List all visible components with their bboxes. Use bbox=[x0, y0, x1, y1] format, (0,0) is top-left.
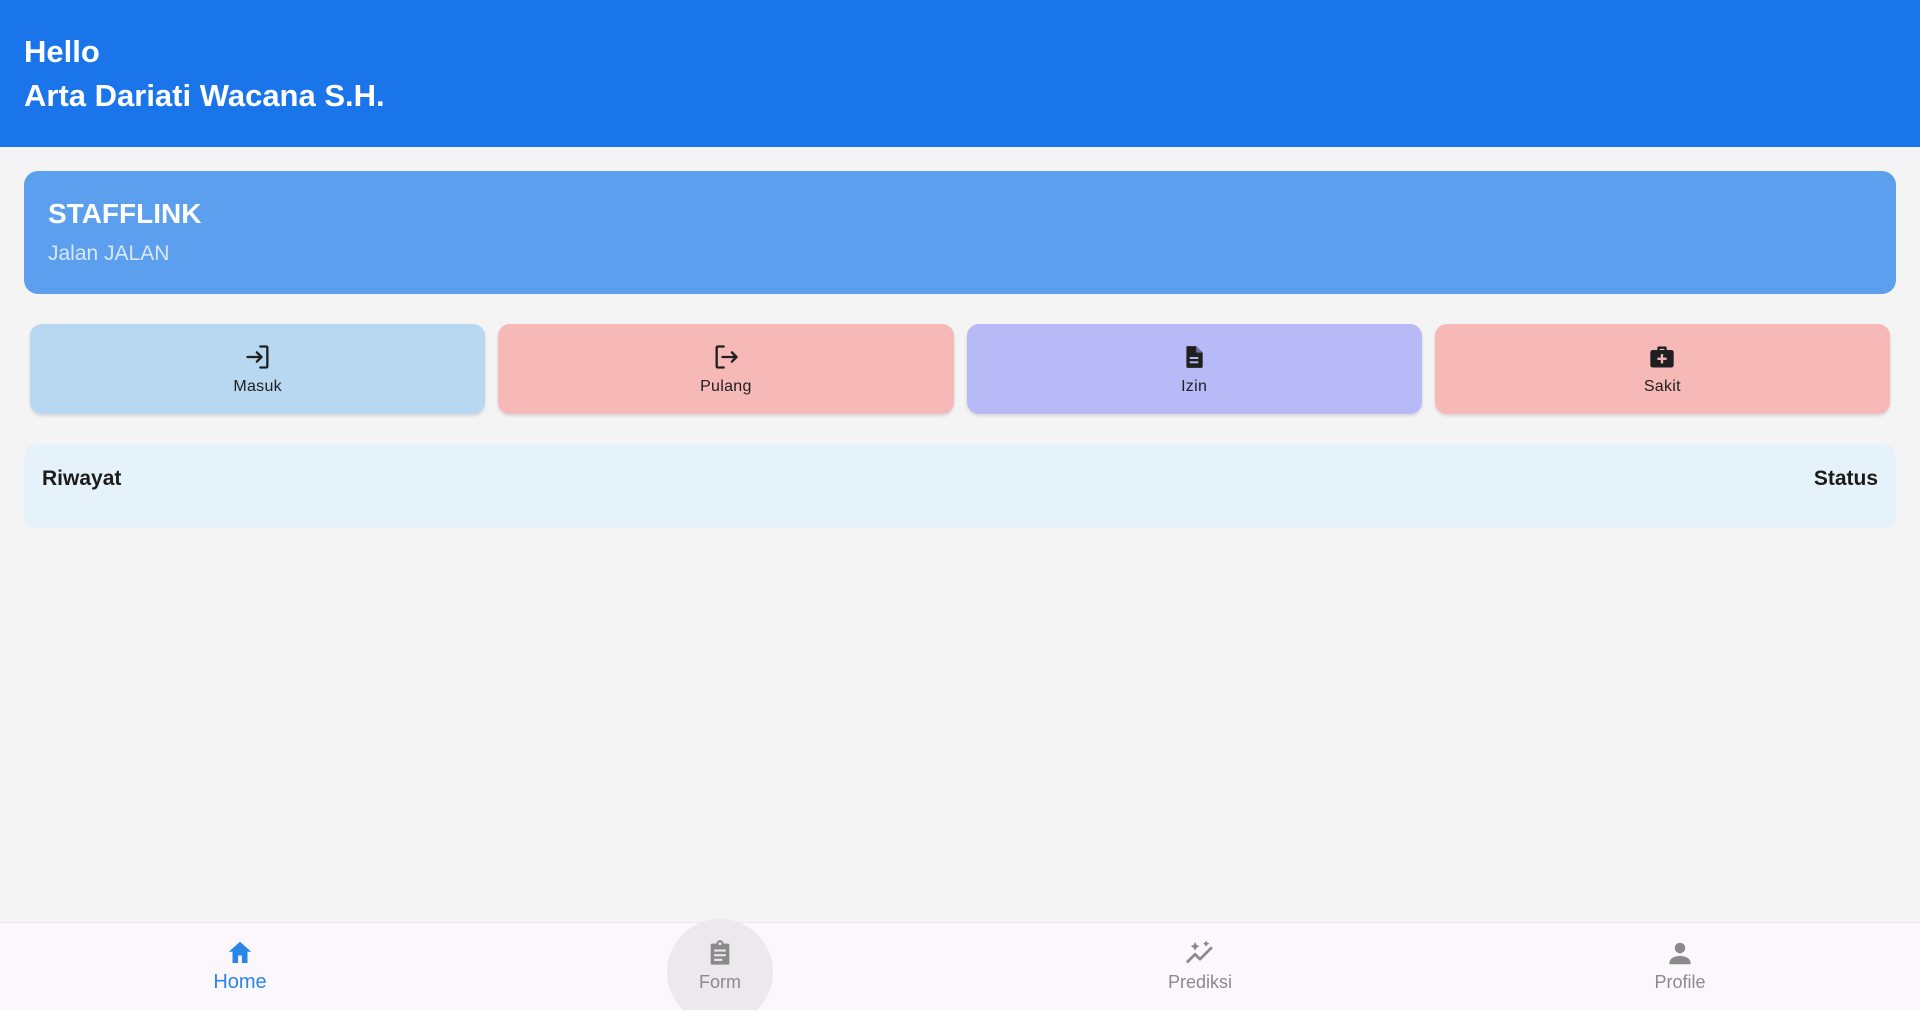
masuk-label: Masuk bbox=[233, 378, 282, 395]
user-name: Arta Dariati Wacana S.H. bbox=[24, 78, 385, 113]
clipboard-icon bbox=[704, 937, 736, 969]
nav-label-profile: Profile bbox=[1654, 972, 1706, 992]
document-icon bbox=[1179, 342, 1209, 372]
logout-icon bbox=[711, 342, 741, 372]
nav-item-home[interactable]: Home bbox=[0, 923, 480, 1010]
masuk-button[interactable]: Masuk bbox=[30, 324, 486, 414]
pulang-label: Pulang bbox=[700, 378, 752, 395]
attendance-actions: Masuk Pulang Izin Sakit bbox=[30, 324, 1890, 414]
nav-item-form[interactable]: Form bbox=[480, 919, 960, 1010]
medical-bag-icon bbox=[1647, 342, 1677, 372]
history-panel: Riwayat Status bbox=[24, 444, 1896, 528]
trend-sparkle-icon bbox=[1184, 937, 1216, 969]
company-card: STAFFLINK Jalan JALAN bbox=[24, 171, 1896, 294]
login-icon bbox=[243, 342, 273, 372]
nav-label-home: Home bbox=[213, 971, 267, 993]
pulang-button[interactable]: Pulang bbox=[498, 324, 954, 414]
nav-item-prediksi[interactable]: Prediksi bbox=[960, 923, 1440, 1010]
history-title: Riwayat bbox=[42, 467, 122, 490]
izin-button[interactable]: Izin bbox=[966, 324, 1422, 414]
home-icon bbox=[224, 937, 256, 969]
company-name: STAFFLINK bbox=[48, 198, 202, 229]
history-status-header: Status bbox=[1813, 467, 1878, 490]
app-root: Hello Arta Dariati Wacana S.H. STAFFLINK… bbox=[0, 0, 1920, 1010]
sakit-button[interactable]: Sakit bbox=[1434, 324, 1890, 414]
nav-label-prediksi: Prediksi bbox=[1167, 972, 1233, 992]
izin-label: Izin bbox=[1181, 378, 1208, 395]
app-header: Hello Arta Dariati Wacana S.H. bbox=[0, 0, 1920, 147]
greeting-text: Hello bbox=[24, 34, 100, 69]
sakit-label: Sakit bbox=[1643, 378, 1681, 395]
company-address: Jalan JALAN bbox=[48, 242, 170, 265]
person-icon bbox=[1664, 937, 1696, 969]
nav-item-profile[interactable]: Profile bbox=[1440, 923, 1920, 1010]
nav-label-form: Form bbox=[699, 972, 741, 992]
bottom-navigation: Home Form Prediksi Profile bbox=[0, 919, 1920, 1010]
